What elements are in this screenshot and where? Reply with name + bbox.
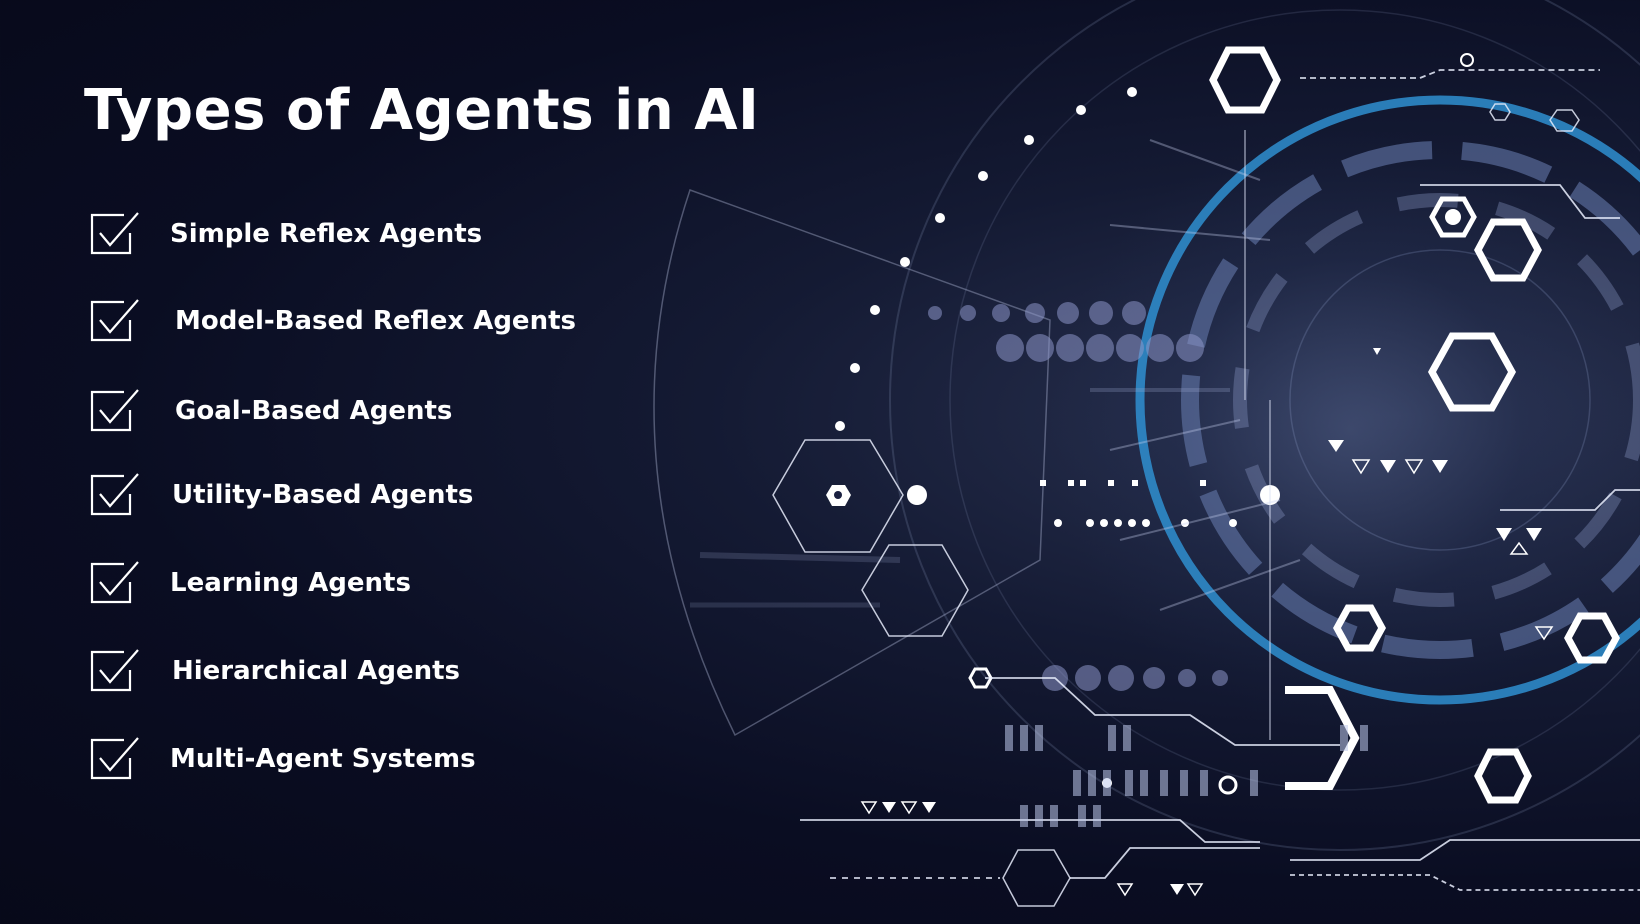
agent-type-label: Model-Based Reflex Agents [175, 306, 576, 336]
agent-type-label: Simple Reflex Agents [170, 219, 483, 249]
checkbox-checked-icon [90, 212, 139, 255]
list-item: Utility-Based Agents [90, 472, 690, 520]
checkbox-checked-icon [90, 561, 139, 604]
list-item: Learning Agents [90, 560, 690, 608]
checkbox-checked-icon [90, 389, 139, 432]
checkbox-checked-icon [90, 299, 139, 342]
page-title: Types of Agents in AI [84, 78, 760, 143]
checkbox-checked-icon [90, 473, 139, 516]
list-item: Multi-Agent Systems [90, 736, 690, 784]
slide: Types of Agents in AI Simple Reflex Agen… [0, 0, 1640, 924]
list-item: Model-Based Reflex Agents [90, 298, 690, 346]
checkbox-checked-icon [90, 737, 139, 780]
list-item: Simple Reflex Agents [90, 211, 690, 259]
agent-type-label: Learning Agents [170, 568, 411, 598]
list-item: Goal-Based Agents [90, 388, 690, 436]
list-item: Hierarchical Agents [90, 648, 690, 696]
agent-type-label: Hierarchical Agents [172, 656, 461, 686]
agent-type-label: Goal-Based Agents [175, 396, 453, 426]
checkbox-checked-icon [90, 649, 139, 692]
agent-type-label: Utility-Based Agents [172, 480, 474, 510]
agent-type-label: Multi-Agent Systems [170, 744, 476, 774]
